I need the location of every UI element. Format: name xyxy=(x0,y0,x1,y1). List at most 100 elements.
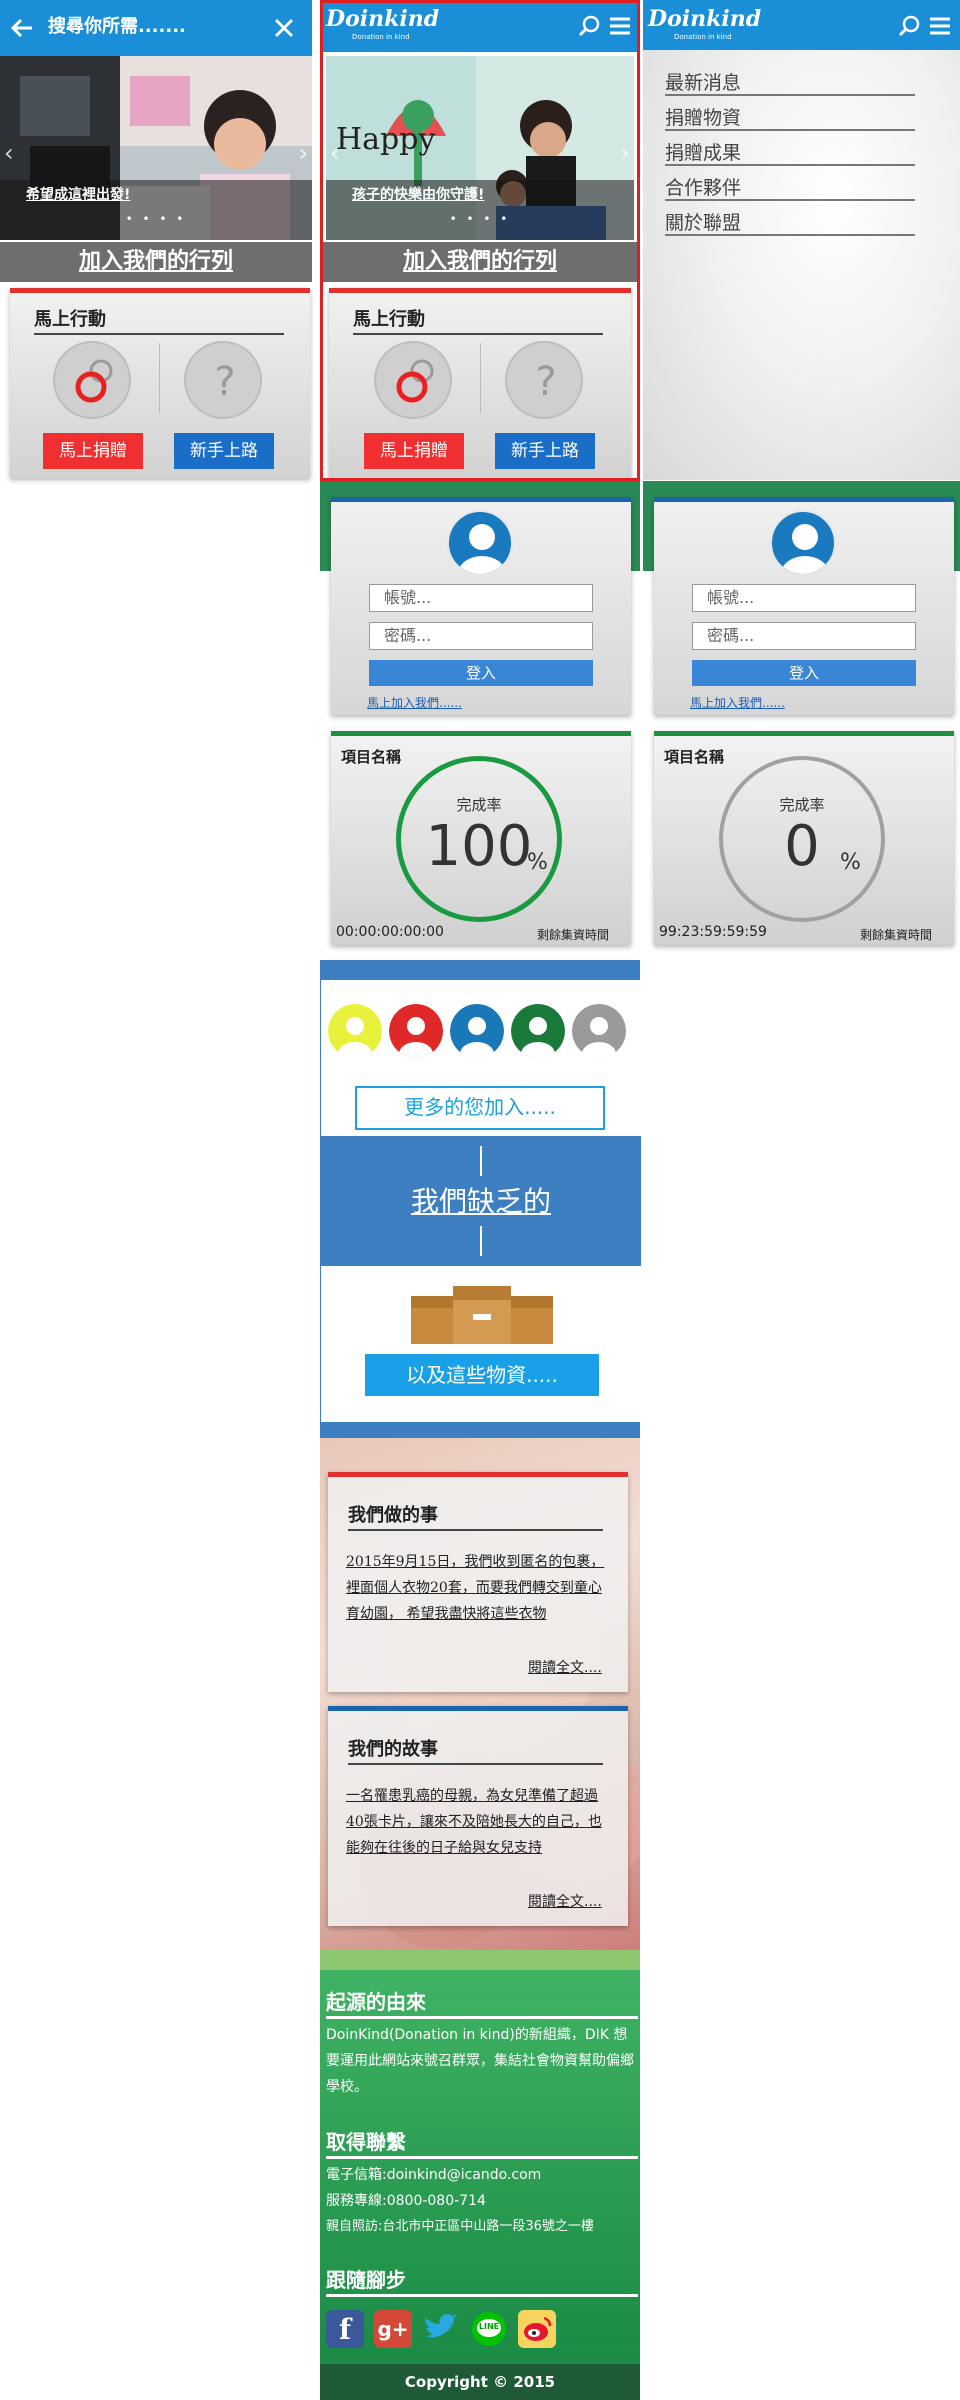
login-card: 帳號... 密碼... 登入 馬上加入我們...... xyxy=(331,497,631,715)
member-avatar-icon[interactable] xyxy=(328,1004,382,1058)
member-avatar-icon[interactable] xyxy=(572,1004,626,1058)
twitter-icon[interactable] xyxy=(422,2310,460,2348)
member-avatar-icon[interactable] xyxy=(511,1004,565,1058)
our-story-text[interactable]: 一名罹患乳癌的母親，為女兒準備了超過40張卡片，讓來不及陪她長大的自己，也能夠在… xyxy=(346,1783,612,1861)
countdown-timer: 00:00:00:00:00 xyxy=(336,924,444,940)
menu-divider xyxy=(665,94,915,96)
hamburger-menu-icon[interactable] xyxy=(928,14,952,38)
percent-unit: % xyxy=(527,850,548,875)
newbie-button[interactable]: 新手上路 xyxy=(174,433,274,469)
join-now-link[interactable]: 馬上加入我們...... xyxy=(690,694,785,711)
menu-item-news[interactable]: 最新消息 xyxy=(665,68,741,95)
menu-divider xyxy=(665,129,915,131)
username-field[interactable]: 帳號... xyxy=(369,584,593,612)
back-arrow-icon[interactable] xyxy=(8,14,36,42)
members-section: 更多的您加入..... 我們缺乏的 以及這些物資..... xyxy=(320,980,641,1438)
menu-divider xyxy=(665,164,915,166)
donate-circle-icon xyxy=(53,341,131,419)
highlight-frame xyxy=(320,0,640,481)
percent-unit: % xyxy=(840,850,861,875)
search-input[interactable]: 搜尋你所需....... xyxy=(48,14,186,40)
project-card: 項目名稱 完成率 100 % 00:00:00:00:00 剩餘集資時間 xyxy=(331,731,631,945)
action-card: 馬上行動 ? 馬上捐贈 新手上路 xyxy=(10,288,310,478)
close-icon[interactable] xyxy=(270,14,298,42)
password-field[interactable]: 密碼... xyxy=(692,622,916,650)
line-label: LINE xyxy=(478,2322,500,2331)
image-slider[interactable]: 希望成這裡出發! • • • • ‹ › xyxy=(0,56,312,240)
menu-item-about[interactable]: 關於聯盟 xyxy=(665,208,741,235)
project-title: 項目名稱 xyxy=(664,748,725,766)
decor-line xyxy=(480,1226,482,1256)
origin-title: 起源的由來 xyxy=(326,1990,426,2014)
footer-divider xyxy=(326,2294,638,2297)
footer-divider xyxy=(326,2016,638,2019)
contact-title: 取得聯繫 xyxy=(326,2130,406,2154)
search-icon[interactable] xyxy=(898,14,922,38)
what-we-do-text[interactable]: 2015年9月15日，我們收到匿名的包裹，裡面個人衣物20套，而要我們轉交到童心… xyxy=(346,1549,612,1627)
what-we-do-card: 我們做的事 2015年9月15日，我們收到匿名的包裹，裡面個人衣物20套，而要我… xyxy=(328,1472,628,1692)
project-card: 項目名稱 完成率 0 % 99:23:59:59:59 剩餘集資時間 xyxy=(654,731,954,945)
join-banner[interactable]: 加入我們的行列 xyxy=(0,242,312,282)
follow-title: 跟隨腳步 xyxy=(326,2268,406,2292)
decor-line xyxy=(480,1146,482,1176)
menu-item-results[interactable]: 捐贈成果 xyxy=(665,138,741,165)
section-bar xyxy=(320,1422,640,1438)
slider-next-icon[interactable]: › xyxy=(298,141,308,165)
slider-caption[interactable]: 希望成這裡出發! xyxy=(26,184,130,204)
slider-prev-icon[interactable]: ‹ xyxy=(4,141,14,165)
completion-rate-label: 完成率 xyxy=(456,796,502,814)
footer: 起源的由來 DoinKind(Donation in kind)的新組織，DIK… xyxy=(320,1970,640,2364)
menu-divider xyxy=(665,199,915,201)
weibo-icon[interactable] xyxy=(518,2310,556,2348)
donate-button[interactable]: 馬上捐贈 xyxy=(43,433,143,469)
slider-dots[interactable]: • • • • xyxy=(126,212,187,226)
logo[interactable]: Doinkind xyxy=(648,6,761,32)
question-circle-icon: ? xyxy=(184,341,262,419)
boxes-icon xyxy=(409,1278,555,1348)
menu-item-partners[interactable]: 合作夥伴 xyxy=(665,173,741,200)
join-now-link[interactable]: 馬上加入我們...... xyxy=(367,694,462,711)
our-story-title: 我們的故事 xyxy=(348,1739,438,1760)
user-avatar-icon xyxy=(770,510,836,576)
our-story-card: 我們的故事 一名罹患乳癌的母親，為女兒準備了超過40張卡片，讓來不及陪她長大的自… xyxy=(328,1706,628,1926)
copyright: Copyright © 2015 xyxy=(320,2364,640,2400)
facebook-icon[interactable]: f xyxy=(326,2310,364,2348)
member-avatar-icon[interactable] xyxy=(450,1004,504,1058)
more-members-button[interactable]: 更多的您加入..... xyxy=(355,1086,605,1130)
nav-menu: 最新消息 捐贈物資 捐贈成果 合作夥伴 關於聯盟 xyxy=(643,50,960,480)
login-button[interactable]: 登入 xyxy=(692,660,916,686)
contact-phone[interactable]: 服務專線:0800-080-714 xyxy=(326,2188,486,2214)
origin-text: DoinKind(Donation in kind)的新組織，DIK 想要運用此… xyxy=(326,2027,634,2095)
user-avatar-icon xyxy=(447,510,513,576)
section-bar xyxy=(320,960,640,980)
username-field[interactable]: 帳號... xyxy=(692,584,916,612)
menu-item-donate[interactable]: 捐贈物資 xyxy=(665,103,741,130)
line-icon[interactable]: LINE xyxy=(470,2310,508,2348)
footer-strip xyxy=(320,1950,640,1970)
divider xyxy=(159,343,160,413)
lack-title[interactable]: 我們缺乏的 xyxy=(321,1180,641,1220)
items-button[interactable]: 以及這些物資..... xyxy=(365,1354,599,1396)
footer-divider xyxy=(326,2156,638,2159)
login-card: 帳號... 密碼... 登入 馬上加入我們...... xyxy=(654,497,954,715)
what-we-do-title: 我們做的事 xyxy=(348,1505,438,1526)
story-background: 我們做的事 2015年9月15日，我們收到匿名的包裹，裡面個人衣物20套，而要我… xyxy=(320,1438,640,1950)
contact-email[interactable]: 電子信箱:doinkind@icando.com xyxy=(326,2162,541,2188)
card-title: 馬上行動 xyxy=(34,309,106,330)
countdown-timer: 99:23:59:59:59 xyxy=(659,924,767,940)
password-field[interactable]: 密碼... xyxy=(369,622,593,650)
project-title: 項目名稱 xyxy=(341,748,402,766)
menu-divider xyxy=(665,234,915,236)
title-underline xyxy=(348,1763,603,1765)
svg-text:?: ? xyxy=(214,359,235,405)
login-button[interactable]: 登入 xyxy=(369,660,593,686)
countdown-label: 剩餘集資時間 xyxy=(860,928,933,942)
logo-tagline: Donation in kind xyxy=(674,33,732,41)
member-avatar-icon[interactable] xyxy=(389,1004,443,1058)
google-plus-icon[interactable]: g+ xyxy=(374,2310,412,2348)
title-underline xyxy=(348,1529,603,1531)
read-more-link[interactable]: 閱讀全文.... xyxy=(528,1891,602,1911)
completion-rate-label: 完成率 xyxy=(779,796,825,814)
read-more-link[interactable]: 閱讀全文.... xyxy=(528,1657,602,1677)
countdown-label: 剩餘集資時間 xyxy=(537,928,610,942)
